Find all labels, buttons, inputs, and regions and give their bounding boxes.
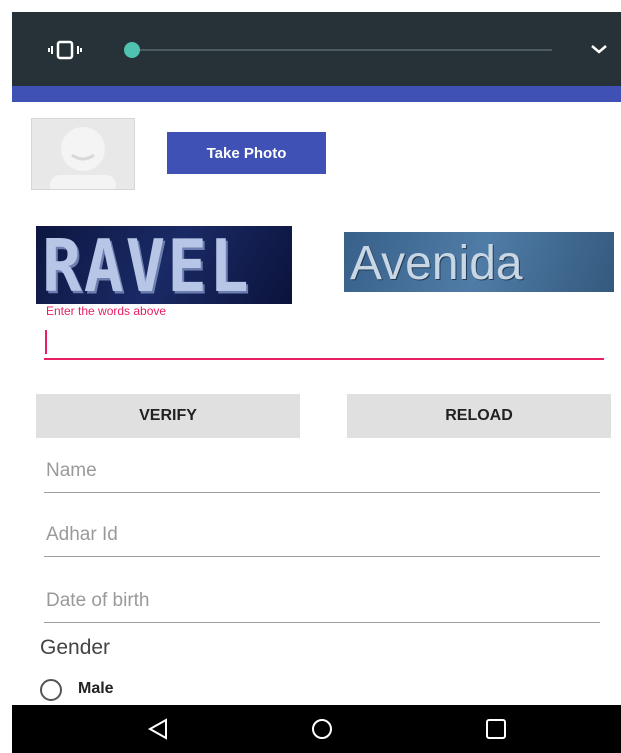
male-radio-label[interactable]: Male	[78, 680, 114, 698]
gender-label: Gender	[40, 636, 111, 659]
avatar-placeholder-icon	[50, 127, 116, 189]
volume-panel	[12, 12, 621, 86]
date-of-birth-field[interactable]: Date of birth	[44, 586, 600, 623]
vibrate-icon[interactable]	[48, 40, 82, 60]
home-circle-icon[interactable]	[310, 717, 334, 741]
take-photo-button[interactable]: Take Photo	[167, 132, 326, 174]
captcha-word-1: RAVEL	[42, 226, 251, 304]
volume-slider-thumb[interactable]	[124, 42, 140, 58]
captcha-field-label: Enter the words above	[46, 304, 167, 318]
verify-button[interactable]: VERIFY	[36, 394, 300, 438]
captcha-image-2: Avenida	[344, 232, 614, 292]
system-navigation-bar	[12, 705, 621, 753]
date-of-birth-placeholder: Date of birth	[46, 590, 150, 611]
captcha-image-1: RAVEL	[36, 226, 292, 304]
text-cursor	[45, 330, 47, 354]
app-bar-strip	[12, 86, 621, 102]
back-triangle-icon[interactable]	[146, 717, 170, 741]
adhar-id-placeholder: Adhar Id	[46, 524, 118, 545]
avatar	[31, 118, 135, 190]
name-placeholder: Name	[46, 460, 97, 481]
name-field[interactable]: Name	[44, 456, 600, 493]
male-radio-button[interactable]	[40, 679, 62, 701]
chevron-down-icon[interactable]	[590, 42, 608, 56]
volume-slider-track[interactable]	[130, 49, 552, 51]
captcha-word-2: Avenida	[350, 237, 523, 290]
captcha-input[interactable]	[44, 326, 604, 360]
recent-square-icon[interactable]	[484, 717, 508, 741]
adhar-id-field[interactable]: Adhar Id	[44, 520, 600, 557]
reload-button[interactable]: RELOAD	[347, 394, 611, 438]
